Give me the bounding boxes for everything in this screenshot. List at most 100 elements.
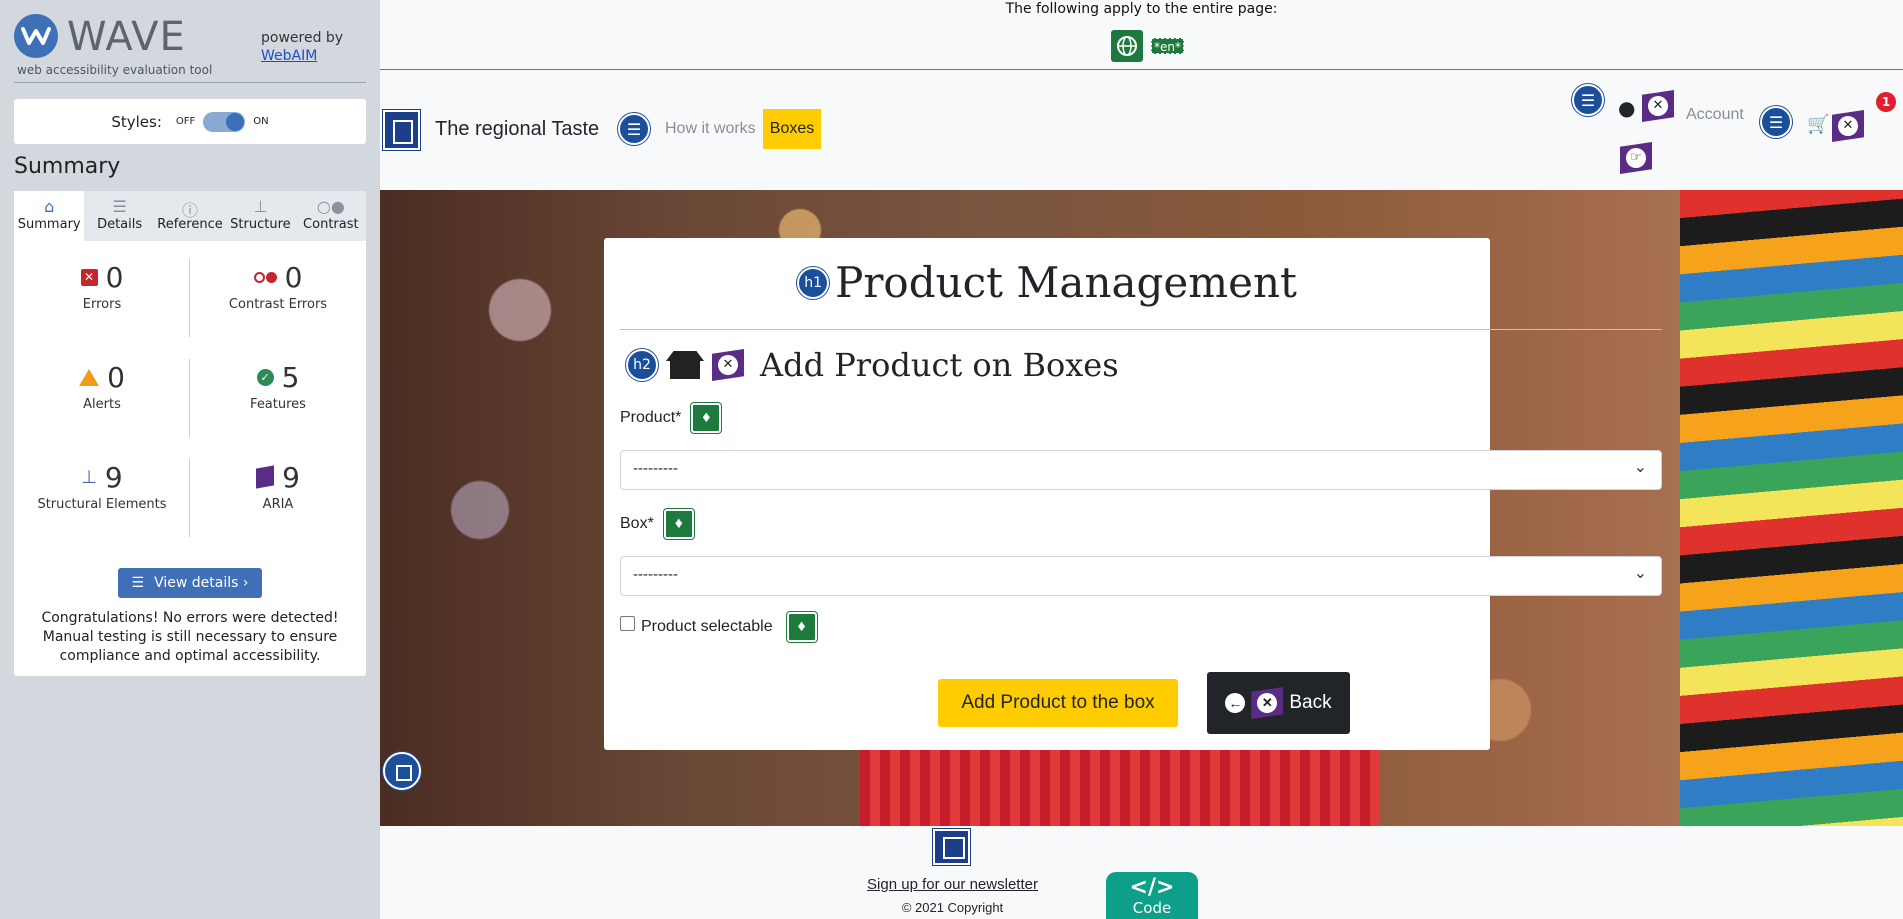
errors-count: 0: [105, 260, 124, 294]
list-icon[interactable]: ☰: [618, 113, 650, 145]
nav-how-it-works[interactable]: How it works: [665, 120, 756, 138]
wave-tabs: ⌂ Summary ☰ Details ⓘ Reference ⊥ Struct…: [14, 191, 366, 241]
header-landmark-icon[interactable]: [383, 110, 420, 150]
tab-contrast[interactable]: ○● Contrast: [296, 191, 366, 241]
aria-count: 9: [282, 460, 300, 494]
styles-label: Styles:: [111, 112, 162, 131]
close-icon: ✕: [1838, 116, 1858, 136]
alerts-label: Alerts: [83, 397, 121, 412]
product-select[interactable]: --------- ⌄: [620, 450, 1662, 490]
h1-icon[interactable]: h1: [797, 266, 830, 299]
product-selectable-checkbox[interactable]: [620, 615, 635, 631]
stat-alerts[interactable]: 0 Alerts: [14, 359, 190, 459]
product-select-value: ---------: [633, 460, 678, 477]
newsletter-link[interactable]: Sign up for our newsletter: [860, 876, 1045, 893]
structural-label: Structural Elements: [37, 497, 167, 512]
alerts-count: 0: [107, 360, 125, 394]
nav-boxes[interactable]: Boxes: [763, 109, 821, 149]
aria-icon[interactable]: ✕: [1642, 90, 1674, 122]
tab-reference[interactable]: ⓘ Reference: [155, 191, 225, 241]
hero-striped-shirt: [1680, 190, 1903, 826]
styles-off-label: OFF: [175, 116, 196, 127]
list-icon: ☰: [112, 197, 127, 216]
stat-structural[interactable]: ⊥ 9 Structural Elements: [14, 459, 190, 559]
box-field-label: Box* ♦: [620, 509, 694, 539]
stat-aria[interactable]: 9 ARIA: [190, 459, 366, 559]
tab-details[interactable]: ☰ Details: [84, 191, 154, 241]
nav-account[interactable]: Account: [1686, 106, 1744, 124]
h2-icon[interactable]: h2: [626, 349, 658, 381]
structure-icon: ⊥: [81, 466, 97, 488]
view-details-button[interactable]: ☰ View details ›: [118, 568, 262, 598]
section-title: Add Product on Boxes: [760, 346, 1119, 384]
box-select[interactable]: --------- ⌄: [620, 556, 1662, 596]
selectable-label: Product selectable: [641, 618, 773, 635]
cart-count-badge: 1: [1876, 92, 1896, 112]
list-icon[interactable]: ☰: [1572, 84, 1604, 116]
aria-icon[interactable]: ✕: [712, 349, 744, 381]
wave-logo-icon: [14, 14, 58, 58]
cart-icon[interactable]: 🛒: [1807, 114, 1829, 135]
features-label: Features: [250, 397, 306, 412]
tab-summary[interactable]: ⌂ Summary: [14, 191, 85, 241]
chevron-down-icon: ⌄: [1633, 565, 1647, 582]
errors-label: Errors: [82, 297, 122, 312]
box-label: Box*: [620, 515, 654, 532]
stat-errors[interactable]: ✕ 0 Errors: [14, 259, 190, 359]
back-button[interactable]: ← ✕ Back: [1207, 672, 1350, 734]
copyright-text: © 2021 Copyright: [901, 900, 1004, 915]
hierarchy-icon: ⊥: [253, 197, 268, 216]
product-label: Product*: [620, 409, 682, 426]
footer-landmark-icon[interactable]: [933, 829, 970, 865]
arrow-left-icon: ←: [1225, 693, 1246, 713]
title-divider: [620, 329, 1662, 330]
region-landmark-icon[interactable]: [383, 752, 421, 790]
info-icon: ⓘ: [182, 201, 199, 220]
tab-structure[interactable]: ⊥ Structure: [225, 191, 295, 241]
aria-tabindex-icon[interactable]: ☞: [1620, 142, 1652, 174]
close-icon: ✕: [718, 355, 738, 375]
styles-toggle[interactable]: [203, 111, 246, 132]
selectable-field: Product selectable ♦: [620, 612, 817, 642]
user-icon[interactable]: ●: [1618, 96, 1635, 120]
summary-panel: ⌂ Summary ☰ Details ⓘ Reference ⊥ Struct…: [14, 191, 366, 676]
contrast-errors-count: 0: [284, 260, 303, 294]
tab-label: Contrast: [303, 217, 359, 232]
back-label: Back: [1289, 692, 1332, 713]
view-details-label: View details ›: [154, 575, 249, 591]
stats-grid: ✕ 0 Errors 0 Contrast Errors 0 Alerts ✓ 5 …: [14, 259, 366, 559]
home-icon: ⌂: [44, 197, 55, 216]
code-badge[interactable]: </> Code: [1106, 872, 1198, 919]
main-page: The following apply to the entire page: …: [380, 0, 1903, 919]
alert-icon: [79, 368, 100, 386]
box-select-value: ---------: [633, 566, 678, 583]
product-field-label: Product* ♦: [620, 403, 722, 433]
page-wide-info: The following apply to the entire page: …: [380, 0, 1903, 70]
structural-count: 9: [104, 460, 123, 494]
powered-by-text: powered by: [261, 30, 344, 46]
stat-contrast-errors[interactable]: 0 Contrast Errors: [190, 259, 366, 359]
tab-label: Details: [97, 217, 143, 232]
site-brand[interactable]: The regional Taste: [435, 118, 599, 141]
code-badge-label: Code: [1132, 899, 1172, 917]
styles-on-label: ON: [253, 116, 269, 127]
hand-icon: ☞: [1626, 148, 1646, 168]
aria-icon[interactable]: ✕: [1832, 110, 1864, 142]
stat-features[interactable]: ✓ 5 Features: [190, 359, 366, 459]
congrats-message: Congratulations! No errors were detected…: [41, 610, 339, 664]
page-applies-text: The following apply to the entire page:: [1005, 1, 1278, 17]
label-tag-icon[interactable]: ♦: [663, 509, 694, 539]
webaim-link[interactable]: WebAIM: [261, 47, 343, 65]
language-badge[interactable]: *en*: [1151, 38, 1184, 54]
tab-label: Summary: [17, 217, 81, 232]
label-tag-icon[interactable]: ♦: [691, 403, 722, 433]
language-globe-icon[interactable]: [1111, 30, 1143, 62]
error-icon: ✕: [80, 268, 98, 286]
site-navbar: The regional Taste ☰ How it works Boxes …: [380, 84, 1903, 190]
feature-check-icon: ✓: [256, 368, 274, 386]
label-tag-icon[interactable]: ♦: [786, 612, 817, 642]
summary-heading: Summary: [14, 154, 121, 179]
add-product-button[interactable]: Add Product to the box: [938, 679, 1178, 727]
contrast-errors-label: Contrast Errors: [228, 297, 328, 312]
list-icon[interactable]: ☰: [1760, 106, 1792, 138]
